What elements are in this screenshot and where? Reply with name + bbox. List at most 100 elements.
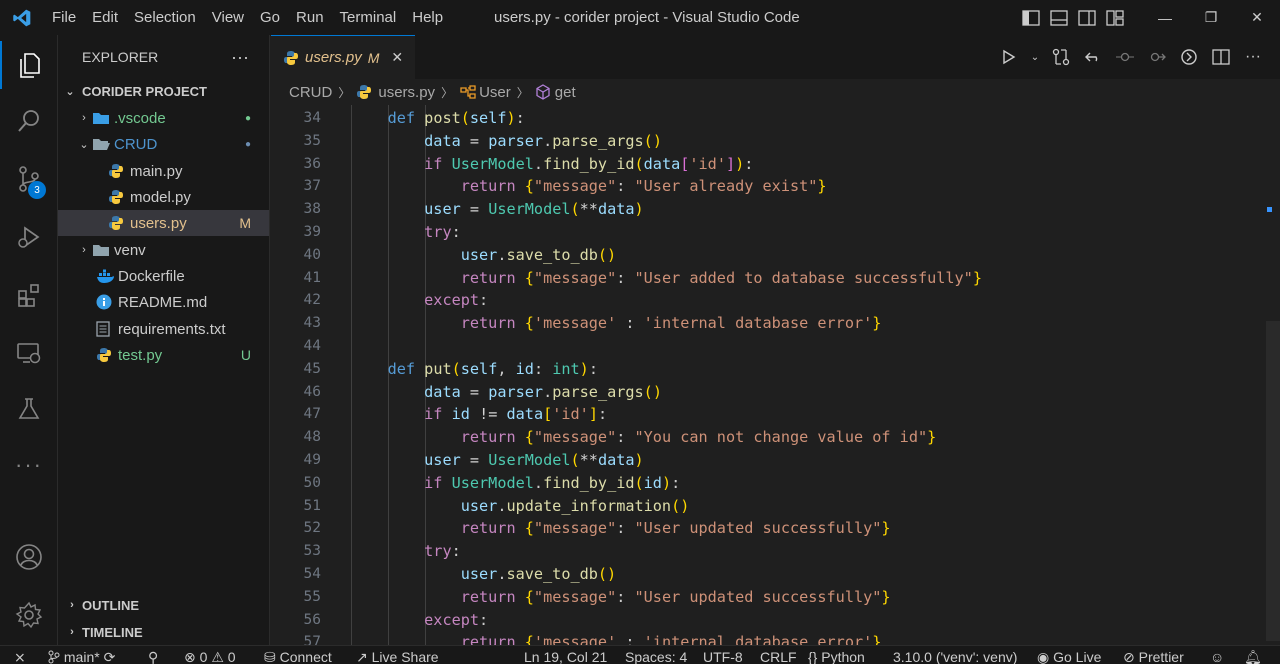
folder-open-icon bbox=[92, 137, 114, 151]
toggle-panel-icon[interactable] bbox=[1048, 7, 1070, 29]
tree-item-venv[interactable]: › venv bbox=[58, 237, 269, 263]
code-line: user.save_to_db() bbox=[460, 565, 617, 583]
timeline-compare-icon[interactable] bbox=[1178, 46, 1200, 68]
indentation[interactable]: Spaces: 4 bbox=[625, 646, 687, 664]
problems-status[interactable]: ⊗ 0 ⚠ 0 bbox=[184, 646, 236, 664]
previous-change-icon[interactable] bbox=[1114, 46, 1136, 68]
menu-terminal[interactable]: Terminal bbox=[332, 0, 405, 35]
go-back-change-icon[interactable] bbox=[1082, 46, 1104, 68]
extensions-icon[interactable] bbox=[0, 271, 58, 319]
tree-item-crud[interactable]: ⌄ CRUD ● bbox=[58, 131, 269, 157]
window-title: users.py - corider project - Visual Stud… bbox=[494, 9, 800, 26]
title-bar: File Edit Selection View Go Run Terminal… bbox=[0, 0, 1280, 35]
connect-status[interactable]: ⛁ Connect bbox=[264, 646, 332, 664]
python-file-icon bbox=[108, 163, 130, 179]
tree-item-vscode[interactable]: › .vscode ● bbox=[58, 105, 269, 131]
restore-icon[interactable]: ❐ bbox=[1188, 0, 1234, 35]
editor-scrollbar[interactable] bbox=[1266, 321, 1280, 641]
tree-item-users-py[interactable]: users.py M bbox=[58, 210, 269, 236]
line-number: 47 bbox=[303, 406, 321, 423]
account-icon[interactable] bbox=[0, 533, 58, 581]
tree-item-requirements[interactable]: requirements.txt bbox=[58, 316, 269, 342]
code-line: user = UserModel(**data) bbox=[424, 451, 644, 469]
testing-icon[interactable] bbox=[0, 385, 58, 433]
close-window-icon[interactable]: ✕ bbox=[1234, 0, 1280, 35]
run-dropdown-icon[interactable]: ⌄ bbox=[1030, 46, 1040, 68]
search-icon[interactable] bbox=[0, 97, 58, 145]
sync-icon[interactable]: ⟳ bbox=[104, 649, 116, 664]
go-live-label: Go Live bbox=[1053, 649, 1102, 664]
explorer-header: EXPLORER ··· bbox=[58, 35, 269, 79]
breadcrumb-folder[interactable]: CRUD bbox=[289, 84, 332, 101]
tree-item-dockerfile[interactable]: Dockerfile bbox=[58, 263, 269, 289]
customize-layout-icon[interactable] bbox=[1104, 7, 1126, 29]
more-views-icon[interactable]: ··· bbox=[0, 441, 58, 489]
run-python-file-icon[interactable] bbox=[998, 46, 1020, 68]
encoding[interactable]: UTF-8 bbox=[703, 646, 743, 664]
python-file-icon bbox=[108, 189, 130, 205]
source-control-status-icon[interactable]: ⚲ bbox=[148, 646, 158, 664]
tab-users-py[interactable]: users.py M ✕ bbox=[271, 35, 415, 79]
activity-bar: 3 ··· bbox=[0, 35, 58, 645]
source-control-icon[interactable]: 3 bbox=[0, 155, 58, 203]
menu-help[interactable]: Help bbox=[404, 0, 451, 35]
timeline-label: TIMELINE bbox=[82, 624, 143, 640]
next-change-icon[interactable] bbox=[1146, 46, 1168, 68]
prettier-status[interactable]: ⊘ Prettier bbox=[1123, 646, 1184, 664]
gear-icon[interactable] bbox=[0, 591, 58, 639]
tree-item-test-py[interactable]: test.py U bbox=[58, 342, 269, 368]
tree-item-label: requirements.txt bbox=[118, 320, 226, 338]
outline-section[interactable]: › OUTLINE bbox=[58, 592, 269, 618]
menu-edit[interactable]: Edit bbox=[84, 0, 126, 35]
tree-item-model-py[interactable]: model.py bbox=[58, 184, 269, 210]
breadcrumb-class[interactable]: User bbox=[479, 84, 511, 101]
database-icon: ⛁ bbox=[264, 649, 276, 664]
line-ending[interactable]: CRLF bbox=[760, 646, 797, 664]
breadcrumb-method[interactable]: get bbox=[555, 84, 576, 101]
notifications-bell-icon[interactable]: 🔔︎ bbox=[1244, 646, 1262, 664]
line-number: 40 bbox=[303, 246, 321, 263]
explorer-sidebar: EXPLORER ··· ⌄ CORIDER PROJECT › .vscode… bbox=[58, 35, 270, 645]
open-changes-icon[interactable] bbox=[1050, 46, 1072, 68]
code-editor[interactable]: 34 35 36 37 38 39 40 41 42 43 44 45 46 47 48 49 50 51 52 53… bbox=[271, 105, 1280, 645]
remote-explorer-icon[interactable] bbox=[0, 329, 58, 377]
live-share-status[interactable]: ↗ Live Share bbox=[356, 646, 439, 664]
breadcrumb-file[interactable]: users.py bbox=[378, 84, 435, 101]
explorer-icon[interactable] bbox=[0, 41, 58, 89]
go-live-status[interactable]: ◉ Go Live bbox=[1037, 646, 1101, 664]
menu-go[interactable]: Go bbox=[252, 0, 288, 35]
menu-run[interactable]: Run bbox=[288, 0, 332, 35]
tree-item-readme[interactable]: README.md bbox=[58, 289, 269, 315]
menu-selection[interactable]: Selection bbox=[126, 0, 204, 35]
menu-view[interactable]: View bbox=[204, 0, 252, 35]
run-debug-icon[interactable] bbox=[0, 213, 58, 261]
line-number: 50 bbox=[303, 474, 321, 491]
chevron-right-icon: › bbox=[82, 244, 86, 256]
line-number: 38 bbox=[303, 201, 321, 218]
minimize-icon[interactable]: — bbox=[1142, 0, 1188, 35]
chevron-right-icon: › bbox=[82, 112, 86, 124]
code-line: def post(self): bbox=[387, 109, 525, 127]
python-interpreter[interactable]: 3.10.0 ('venv': venv) bbox=[893, 646, 1017, 664]
feedback-icon[interactable]: ☺ bbox=[1210, 646, 1224, 664]
explorer-more-button[interactable]: ··· bbox=[231, 47, 249, 68]
timeline-section[interactable]: › TIMELINE bbox=[58, 619, 269, 645]
text-file-icon bbox=[96, 321, 118, 337]
menu-file[interactable]: File bbox=[44, 0, 84, 35]
toggle-primary-sidebar-icon[interactable] bbox=[1020, 7, 1042, 29]
line-number: 57 bbox=[303, 634, 321, 645]
toggle-secondary-sidebar-icon[interactable] bbox=[1076, 7, 1098, 29]
breadcrumb: CRUD 〉 users.py 〉 User 〉 get bbox=[271, 79, 1280, 105]
more-actions-icon[interactable]: ··· bbox=[1242, 46, 1264, 68]
language-mode[interactable]: {} Python bbox=[808, 646, 865, 664]
remote-indicator-icon[interactable]: ⨯ bbox=[14, 646, 26, 664]
warning-icon: ⚠ bbox=[211, 649, 224, 664]
line-number: 53 bbox=[303, 543, 321, 560]
split-editor-icon[interactable] bbox=[1210, 46, 1232, 68]
cursor-position[interactable]: Ln 19, Col 21 bbox=[524, 646, 607, 664]
tab-close-button[interactable]: ✕ bbox=[391, 49, 403, 66]
code-line: except: bbox=[424, 610, 489, 629]
branch-status[interactable]: main* ⟳ bbox=[48, 646, 115, 664]
tree-item-main-py[interactable]: main.py bbox=[58, 158, 269, 184]
project-root[interactable]: ⌄ CORIDER PROJECT bbox=[58, 78, 269, 104]
